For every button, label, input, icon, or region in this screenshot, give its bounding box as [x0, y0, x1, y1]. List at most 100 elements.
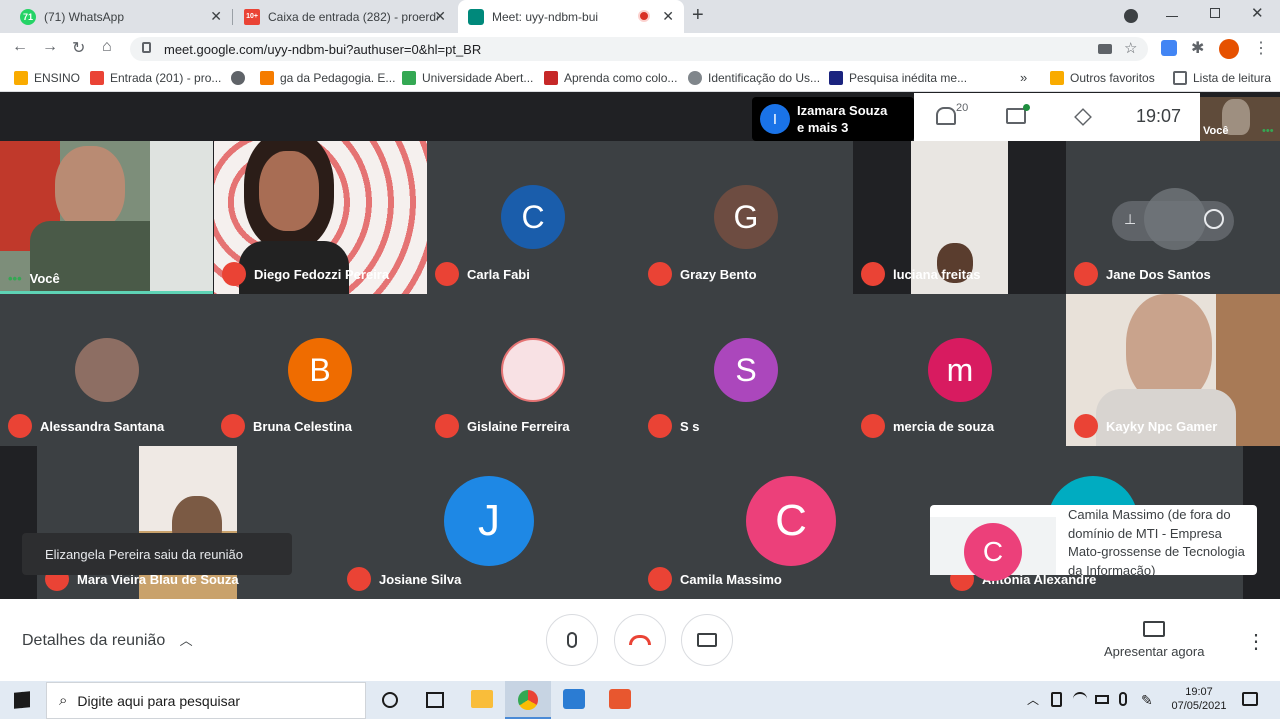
participant-tile-carla[interactable]: C Carla Fabi — [427, 141, 640, 294]
pin-icon[interactable]: ⊥ — [1124, 211, 1136, 228]
self-preview[interactable]: Você ••• — [1200, 97, 1280, 141]
word-icon[interactable] — [563, 689, 585, 709]
other-favorites[interactable]: Outros favoritos — [1050, 70, 1155, 86]
microphone-in-use-icon[interactable] — [1119, 692, 1127, 706]
chat-icon[interactable] — [1006, 108, 1026, 124]
taskbar-search[interactable]: ⌕ Digite aqui para pesquisar — [46, 682, 366, 719]
mute-for-all-icon[interactable] — [1144, 188, 1206, 250]
close-icon[interactable]: ✕ — [434, 8, 446, 25]
back-icon[interactable]: ← — [12, 38, 28, 56]
bookmark-aprenda[interactable]: Aprenda como colo... — [544, 70, 677, 86]
reading-list[interactable]: Lista de leitura — [1173, 70, 1271, 86]
participant-tile-bruna[interactable]: B Bruna Celestina — [213, 294, 427, 446]
bookmark-pesquisa[interactable]: Pesquisa inédita me... — [829, 70, 967, 86]
minimize-icon[interactable] — [1166, 16, 1178, 17]
chevron-up-icon[interactable]: ︿ — [1027, 691, 1039, 708]
tab-title: Meet: uyy-ndbm-bui — [492, 9, 599, 24]
bookmark-blogger[interactable]: ga da Pedagogia. E... — [260, 70, 395, 86]
more-bookmarks[interactable]: » — [1020, 70, 1027, 85]
extensions-icon[interactable]: ✱ — [1191, 38, 1204, 58]
participant-tile-mercia[interactable]: m mercia de souza — [853, 294, 1066, 446]
window-close-icon[interactable]: ✕ — [1251, 4, 1264, 22]
pen-icon[interactable]: ✎ — [1141, 692, 1153, 709]
leave-call-button[interactable] — [614, 614, 666, 666]
participant-name: Alessandra Santana — [8, 414, 164, 438]
powerpoint-icon[interactable] — [609, 689, 631, 709]
activities-icon[interactable] — [1074, 108, 1092, 126]
video-camera-icon — [697, 633, 717, 647]
address-bar[interactable]: meet.google.com/uyy-ndbm-bui?authuser=0&… — [130, 37, 1148, 61]
reload-icon[interactable]: ↻ — [72, 38, 85, 58]
present-now-button[interactable]: Apresentar agora — [1104, 619, 1204, 663]
mic-off-icon — [221, 414, 245, 438]
tab-search-icon[interactable] — [1124, 9, 1138, 23]
participant-tile-camila[interactable]: C Camila Massimo — [640, 446, 942, 599]
presenter-chip[interactable]: I Izamara Souza e mais 3 — [752, 97, 914, 141]
participant-tile-grazy[interactable]: G Grazy Bento — [640, 141, 853, 294]
mic-off-icon — [1074, 262, 1098, 286]
file-explorer-icon[interactable] — [471, 690, 493, 708]
home-icon[interactable]: ⌂ — [102, 38, 112, 56]
mic-off-icon — [648, 567, 672, 591]
participant-name: Kayky Npc Gamer — [1074, 414, 1217, 438]
star-icon[interactable]: ☆ — [1124, 39, 1137, 57]
remove-icon[interactable] — [1204, 209, 1224, 229]
task-view-icon[interactable] — [426, 692, 444, 708]
presenter-more: e mais 3 — [797, 120, 849, 135]
participant-name: Bruna Celestina — [221, 414, 352, 438]
mic-off-icon — [861, 414, 885, 438]
wifi-icon[interactable] — [1073, 692, 1087, 706]
mic-off-icon — [648, 262, 672, 286]
bookmark-universidade[interactable]: Universidade Abert... — [402, 70, 533, 86]
more-options-icon[interactable]: ⋮ — [1246, 629, 1266, 654]
tab-title: Caixa de entrada (282) - proerd@ — [268, 9, 438, 24]
more-dots-icon[interactable]: ••• — [1262, 125, 1274, 137]
bookmark-gmail[interactable]: Entrada (201) - pro... — [90, 70, 221, 86]
menu-icon[interactable]: ⋮ — [1253, 38, 1269, 58]
participant-tile-kayky[interactable]: Kayky Npc Gamer — [1066, 294, 1280, 446]
taskbar-clock[interactable]: 19:07 07/05/2021 — [1168, 685, 1230, 713]
bookmark-ensino[interactable]: ENSINO — [14, 70, 80, 86]
tab-gmail[interactable]: 10+ Caixa de entrada (282) - proerd@ ✕ — [234, 0, 456, 33]
camera-icon[interactable] — [1098, 44, 1112, 54]
forward-icon[interactable]: → — [42, 38, 58, 56]
participant-tile-jane[interactable]: ⊥ Jane Dos Santos — [1066, 141, 1280, 294]
microphone-button[interactable] — [546, 614, 598, 666]
notifications-icon[interactable] — [1242, 692, 1258, 706]
translate-icon[interactable] — [1161, 40, 1177, 56]
gmail-icon — [90, 71, 104, 85]
participant-tile-voce[interactable]: ••• Você — [0, 141, 213, 294]
globe-icon[interactable] — [231, 71, 245, 85]
camera-button[interactable] — [681, 614, 733, 666]
new-tab-icon[interactable]: + — [692, 4, 704, 27]
participant-tile-gislaine[interactable]: Gislaine Ferreira — [427, 294, 640, 446]
participant-tile-luciana[interactable]: luciana freitas — [853, 141, 1066, 294]
participant-tile-diego[interactable]: Diego Fedozzi Pereira — [214, 141, 427, 294]
participant-tile-mara[interactable]: Mara Vieira Blau de Souza — [37, 446, 339, 599]
close-icon[interactable]: ✕ — [662, 8, 674, 25]
mic-off-icon — [861, 262, 885, 286]
notice-avatar: C — [964, 523, 1022, 581]
cortana-icon[interactable] — [382, 692, 398, 708]
tab-meet[interactable]: Meet: uyy-ndbm-bui ✕ — [458, 0, 684, 33]
meet-now-icon[interactable] — [1051, 692, 1062, 707]
close-icon[interactable]: ✕ — [210, 8, 222, 25]
background-wall — [150, 141, 213, 294]
meeting-clock: 19:07 — [1136, 106, 1182, 126]
participant-tile-s[interactable]: S S s — [640, 294, 853, 446]
chrome-taskbar-button[interactable] — [505, 681, 551, 719]
bookmark-identificacao[interactable]: Identificação do Us... — [688, 70, 820, 86]
battery-icon[interactable] — [1095, 695, 1109, 704]
participant-tile-josiane[interactable]: J Josiane Silva — [339, 446, 640, 599]
participant-name: Carla Fabi — [435, 262, 530, 286]
windows-start-icon[interactable] — [14, 691, 30, 709]
meeting-details-button[interactable]: Detalhes da reunião ︿ — [22, 630, 193, 650]
profile-avatar[interactable] — [1219, 39, 1239, 59]
participant-tile-alessandra[interactable]: Alessandra Santana — [0, 294, 213, 446]
taskbar-search-placeholder: Digite aqui para pesquisar — [77, 692, 241, 709]
people-icon[interactable] — [936, 107, 956, 125]
participant-avatar: S — [714, 338, 778, 402]
tab-whatsapp[interactable]: 71 (71) WhatsApp ✕ — [10, 0, 232, 33]
notice-text: Camila Massimo (de fora do domínio de MT… — [1068, 507, 1245, 578]
maximize-icon[interactable] — [1210, 8, 1220, 18]
